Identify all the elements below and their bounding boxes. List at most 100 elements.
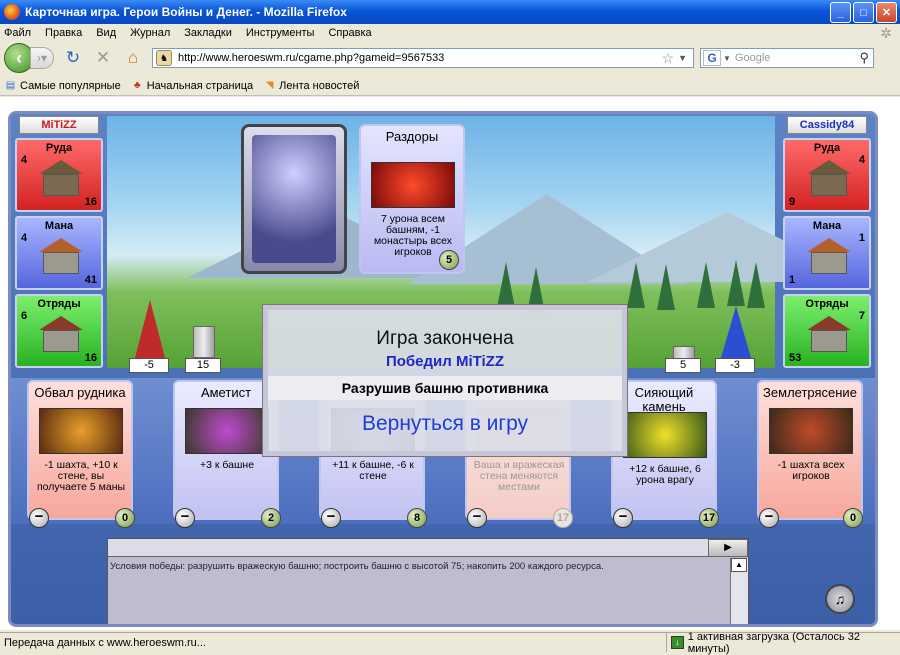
bookmark-news-feed[interactable]: ◥ Лента новостей <box>263 79 360 92</box>
monastery-icon <box>807 238 851 274</box>
chat-input[interactable] <box>108 539 708 557</box>
ore-production: 4 <box>21 154 28 166</box>
mana-amount: 1 <box>789 274 796 286</box>
ore-amount: 9 <box>789 196 796 208</box>
troops-production: 6 <box>21 310 28 322</box>
left-ore-panel: Руда 4 16 <box>15 138 103 212</box>
resource-label: Отряды <box>805 298 849 310</box>
download-status[interactable]: ↓ 1 активная загрузка (Осталось 32 минут… <box>667 631 900 655</box>
search-placeholder: Google <box>734 52 771 64</box>
resource-label: Мана <box>812 220 842 232</box>
played-card: Раздоры 7 урона всем башням, -1 монастыр… <box>359 124 465 274</box>
win-reason: Разрушив башню противника <box>268 376 622 400</box>
close-button[interactable]: ✕ <box>876 2 897 23</box>
card-title: Аметист <box>200 385 252 400</box>
right-tower-icon <box>721 306 751 358</box>
menu-help[interactable]: Справка <box>328 27 371 39</box>
chat-log-panel: ▶ Условия победы: разрушить вражескую ба… <box>107 538 749 624</box>
bookmark-label: Самые популярные <box>20 79 121 92</box>
resource-label: Мана <box>44 220 74 232</box>
winner-text: Победил MiTiZZ <box>385 353 505 370</box>
right-wall-height: 5 <box>665 358 701 373</box>
most-visited-icon: ▤ <box>5 80 16 91</box>
left-wall-height: 15 <box>185 358 221 373</box>
card-description: +3 к башне <box>199 459 255 471</box>
card-title: Раздоры <box>385 129 439 144</box>
menu-history[interactable]: Журнал <box>130 27 170 39</box>
hand-card-1[interactable]: Обвал рудника -1 шахта, +10 к стене, вы … <box>27 380 133 520</box>
card-description: -1 шахта, +10 к стене, вы получаете 5 ма… <box>36 459 126 493</box>
menu-tools[interactable]: Инструменты <box>246 27 315 39</box>
discard-button[interactable]: − <box>321 508 341 528</box>
search-engine-icon[interactable]: G <box>703 50 721 66</box>
status-bar: Передача данных с www.heroeswm.ru... ↓ 1… <box>0 631 900 655</box>
card-artwork-icon <box>39 408 123 454</box>
bookmark-start-page[interactable]: ♣ Начальная страница <box>131 79 253 92</box>
sound-toggle-button[interactable]: ♫ <box>825 584 855 614</box>
card-cost: 17 <box>699 508 719 528</box>
card-description: +12 к башне, 6 урона врагу <box>629 463 701 486</box>
maximize-button[interactable]: □ <box>853 2 874 23</box>
barracks-icon <box>39 316 83 352</box>
reload-icon[interactable]: ↻ <box>62 47 84 69</box>
right-player-name: Cassidy84 <box>787 116 867 134</box>
discard-button[interactable]: − <box>759 508 779 528</box>
game-over-dialog: Игра закончена Победил MiTiZZ Разрушив б… <box>263 305 627 456</box>
log-scrollbar[interactable]: ▲ <box>730 558 748 624</box>
return-to-game-button[interactable]: Вернуться в игру <box>268 412 622 436</box>
discard-button[interactable]: − <box>29 508 49 528</box>
home-icon[interactable]: ⌂ <box>122 47 144 69</box>
card-artwork-icon <box>769 408 853 454</box>
left-tower-height: -5 <box>129 358 169 373</box>
left-mana-panel: Мана 4 41 <box>15 216 103 290</box>
mana-production: 1 <box>858 232 865 244</box>
search-icon[interactable]: ⚲ <box>859 50 869 66</box>
card-cost: 0 <box>843 508 863 528</box>
log-text: Условия победы: разрушить вражескую башн… <box>110 561 604 572</box>
card-cost: 17 <box>553 508 573 528</box>
discard-button[interactable]: − <box>613 508 633 528</box>
minimize-button[interactable]: _ <box>830 2 851 23</box>
menu-bookmarks[interactable]: Закладки <box>184 27 232 39</box>
right-mana-panel: Мана 1 1 <box>783 216 871 290</box>
menu-view[interactable]: Вид <box>96 27 116 39</box>
search-box[interactable]: G ▼ Google ⚲ <box>700 48 874 68</box>
resource-label: Руда <box>813 142 841 154</box>
left-wall-icon <box>193 326 215 358</box>
search-engine-dropdown-icon[interactable]: ▼ <box>723 54 731 63</box>
right-troops-panel: Отряды 7 53 <box>783 294 871 368</box>
scroll-up-icon[interactable]: ▲ <box>731 558 747 572</box>
card-description: +11 к башне, -6 к стене <box>332 459 414 482</box>
troops-amount: 16 <box>84 352 97 364</box>
hand-card-6[interactable]: Землетрясение -1 шахта всех игроков <box>757 380 863 520</box>
barracks-icon <box>807 316 851 352</box>
bookmark-star-icon[interactable]: ☆ <box>662 50 675 67</box>
discard-button[interactable]: − <box>175 508 195 528</box>
url-bar[interactable]: ♞ http://www.heroeswm.ru/cgame.php?gamei… <box>152 48 694 68</box>
right-ore-panel: Руда 4 9 <box>783 138 871 212</box>
discard-button[interactable]: − <box>467 508 487 528</box>
window-title: Карточная игра. Герои Войны и Денег. - M… <box>25 5 347 19</box>
download-text: 1 активная загрузка (Осталось 32 минуты) <box>687 630 861 655</box>
menu-file[interactable]: Файл <box>4 27 31 39</box>
card-description: Ваша и вражеская стена меняются местами <box>473 459 565 493</box>
forward-button[interactable]: ›▾ <box>30 47 54 69</box>
url-dropdown-icon[interactable]: ▼ <box>678 53 687 63</box>
url-text: http://www.heroeswm.ru/cgame.php?gameid=… <box>178 52 445 64</box>
mine-icon <box>807 160 851 196</box>
firefox-icon: ♣ <box>133 80 141 91</box>
mana-production: 4 <box>21 232 28 244</box>
card-description: -1 шахта всех игроков <box>777 459 845 482</box>
bookmark-most-visited[interactable]: ▤ Самые популярные <box>4 79 121 92</box>
send-button[interactable]: ▶ <box>708 539 748 557</box>
left-player-panel: MiTiZZ Руда 4 16 Мана 4 41 Отряды 6 16 <box>11 114 107 382</box>
card-artwork-icon <box>185 408 269 454</box>
menu-edit[interactable]: Правка <box>45 27 82 39</box>
navigation-toolbar: ‹ ›▾ ↻ ✕ ⌂ ♞ http://www.heroeswm.ru/cgam… <box>0 42 900 74</box>
mine-icon <box>39 160 83 196</box>
site-favicon-icon: ♞ <box>156 50 172 66</box>
stop-icon[interactable]: ✕ <box>92 47 114 69</box>
card-cost: 8 <box>407 508 427 528</box>
card-title: Обвал рудника <box>34 385 126 400</box>
resource-label: Отряды <box>37 298 81 310</box>
